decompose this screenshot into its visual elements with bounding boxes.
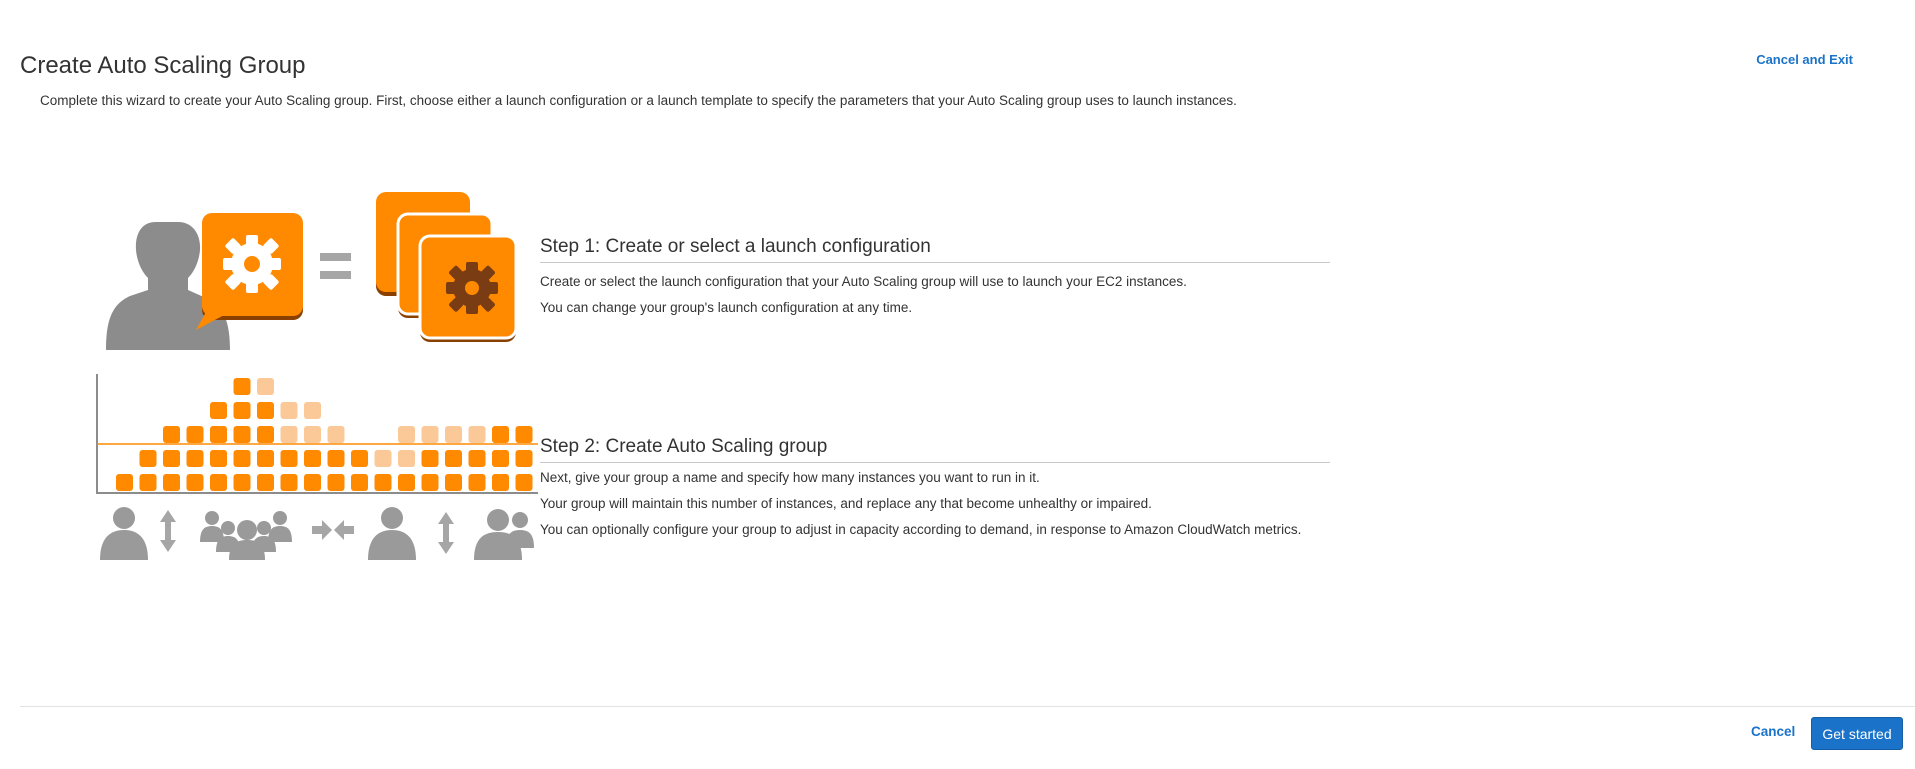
step-1-line-2: You can change your group's launch confi… — [540, 300, 913, 315]
capacity-cell — [304, 450, 321, 467]
single-person-icon — [368, 507, 416, 560]
capacity-cell — [327, 474, 345, 491]
page-title: Create Auto Scaling Group — [20, 52, 306, 79]
capacity-cell — [445, 426, 462, 443]
capacity-cell — [304, 402, 321, 419]
people-group-icon — [200, 511, 292, 560]
capacity-cell — [374, 474, 392, 491]
launch-config-stack-icon — [376, 192, 518, 342]
capacity-cell — [421, 450, 439, 467]
step-2-line-3: You can optionally configure your group … — [540, 522, 1302, 537]
capacity-cell — [515, 474, 533, 491]
capacity-cell — [163, 426, 180, 443]
capacity-cell — [186, 450, 204, 467]
capacity-cell — [445, 474, 462, 491]
capacity-chart — [96, 374, 538, 494]
capacity-cell — [468, 426, 486, 443]
capacity-cell — [210, 450, 227, 467]
footer-divider — [20, 706, 1915, 707]
scale-arrow-icon — [160, 510, 176, 552]
capacity-cell — [280, 402, 298, 419]
capacity-cell — [304, 474, 321, 491]
capacity-cell — [139, 474, 157, 491]
capacity-cell — [445, 450, 462, 467]
capacity-cell — [492, 474, 509, 491]
capacity-cell — [257, 426, 274, 443]
capacity-cell — [116, 474, 133, 491]
capacity-cell — [163, 474, 180, 491]
capacity-cell — [515, 426, 533, 443]
step-2-line-2: Your group will maintain this number of … — [540, 496, 1152, 511]
capacity-cell — [304, 426, 321, 443]
capacity-cell — [351, 450, 368, 467]
single-person-icon — [100, 507, 148, 560]
capacity-cell — [468, 450, 486, 467]
scaling-people-icons — [100, 507, 534, 560]
capacity-cell — [492, 450, 509, 467]
capacity-cell — [280, 426, 298, 443]
step-2: Step 2: Create Auto Scaling group Next, … — [540, 436, 1330, 543]
intro-text: Complete this wizard to create your Auto… — [40, 93, 1237, 108]
cancel-and-exit-link[interactable]: Cancel and Exit — [1756, 52, 1853, 67]
capacity-cell — [398, 474, 415, 491]
capacity-cell — [257, 474, 274, 491]
capacity-cell — [327, 450, 345, 467]
settings-gear-icon — [196, 213, 303, 330]
capacity-cell — [233, 474, 251, 491]
capacity-cell — [210, 474, 227, 491]
capacity-cell — [492, 426, 509, 443]
capacity-cell — [139, 450, 157, 467]
capacity-cell — [421, 426, 439, 443]
capacity-cell — [280, 450, 298, 467]
step-2-title: Step 2: Create Auto Scaling group — [540, 436, 1330, 463]
step-1-line-1: Create or select the launch configuratio… — [540, 274, 1187, 289]
capacity-cell — [515, 450, 533, 467]
capacity-cell — [233, 450, 251, 467]
scale-arrow-icon — [438, 512, 454, 554]
capacity-cell — [351, 474, 368, 491]
capacity-cell — [186, 474, 204, 491]
cancel-button[interactable]: Cancel — [1751, 724, 1795, 739]
step-2-line-1: Next, give your group a name and specify… — [540, 470, 1040, 485]
capacity-cell — [327, 426, 345, 443]
capacity-cell — [374, 450, 392, 467]
capacity-cells — [116, 378, 533, 491]
capacity-cell — [233, 402, 251, 419]
capacity-cell — [210, 402, 227, 419]
capacity-cell — [163, 450, 180, 467]
capacity-cell — [280, 474, 298, 491]
equals-icon — [320, 253, 351, 279]
capacity-cell — [421, 474, 439, 491]
converge-arrows-icon — [312, 520, 354, 540]
get-started-button[interactable]: Get started — [1811, 717, 1903, 750]
step-1-title: Step 1: Create or select a launch config… — [540, 236, 1330, 263]
capacity-cell — [233, 426, 251, 443]
capacity-cell — [257, 450, 274, 467]
two-people-icon — [474, 509, 534, 560]
capacity-cell — [257, 402, 274, 419]
capacity-cell — [233, 378, 251, 395]
capacity-cell — [398, 450, 415, 467]
auto-scaling-illustration — [96, 192, 538, 560]
capacity-cell — [210, 426, 227, 443]
capacity-cell — [186, 426, 204, 443]
step-1: Step 1: Create or select a launch config… — [540, 236, 1330, 321]
capacity-cell — [468, 474, 486, 491]
capacity-cell — [398, 426, 415, 443]
capacity-cell — [257, 378, 274, 395]
